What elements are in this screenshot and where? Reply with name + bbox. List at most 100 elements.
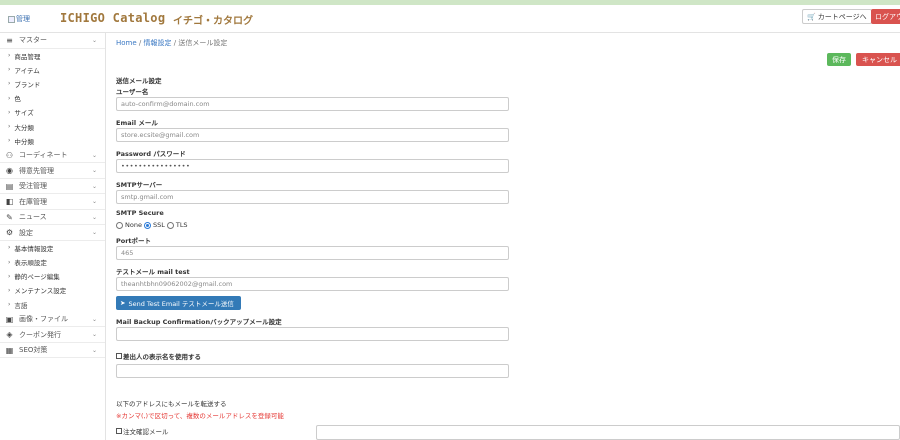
chevron-right-icon: › <box>8 108 11 116</box>
cancel-button[interactable]: キャンセル <box>856 53 900 66</box>
forward-mail-note: ※カンマ(,)で区切って、複数のメールアドレスを登録可能 <box>116 412 284 420</box>
smtp-secure-radio-group: None SSL TLS <box>116 221 188 229</box>
sidebar-item-label: 得意先管理 <box>19 166 54 175</box>
sidebar-subitem-label: 静的ページ編集 <box>14 273 60 282</box>
sidebar-subitem-label: 言語 <box>14 301 28 310</box>
test-mail-input[interactable]: theanhtbhn09062002@gmail.com <box>116 277 509 291</box>
sidebar-item-label: 在庫管理 <box>19 197 47 206</box>
cart-page-button[interactable]: 🛒 カートページへ <box>802 9 872 24</box>
document-icon: ▤ <box>5 181 14 191</box>
sidebar-subitem-brands[interactable]: › ブランド <box>0 77 105 91</box>
chevron-down-icon: ⌄ <box>91 167 97 175</box>
breadcrumb-info-link[interactable]: 情報設定 <box>144 39 172 47</box>
brand-subtitle: イチゴ・カタログ <box>173 16 253 27</box>
paper-plane-icon: ➤ <box>120 299 126 307</box>
logout-button[interactable]: ログアウト <box>871 9 900 24</box>
main-content: Home / 情報設定 / 送信メール設定 保存 キャンセル 送信メール設定 ユ… <box>106 33 900 440</box>
port-label: Portポート <box>116 237 152 245</box>
gear-icon: ⚙ <box>5 228 14 238</box>
save-button[interactable]: 保存 <box>827 53 851 66</box>
secure-ssl-radio[interactable] <box>143 221 151 229</box>
app-header: 管理 ICHIGO Catalog イチゴ・カタログ 🛒 カートページへ ログア… <box>0 5 900 33</box>
logo-alt-text: 管理 <box>16 15 30 23</box>
sidebar-item-seo[interactable]: ▦ SEO対策 ⌄ <box>0 342 105 359</box>
chevron-right-icon: › <box>8 272 11 280</box>
send-test-email-button[interactable]: ➤ Send Test Email テストメール送信 <box>116 296 241 310</box>
sidebar-subitem-major-category[interactable]: › 大分類 <box>0 119 105 133</box>
chevron-down-icon: ⌄ <box>91 182 97 190</box>
smtp-server-input[interactable]: smtp.gmail.com <box>116 190 509 204</box>
sidebar-item-label: 設定 <box>19 228 33 237</box>
chevron-down-icon: ⌄ <box>91 229 97 237</box>
username-label: ユーザー名 <box>116 88 149 96</box>
sidebar-subitem-basic-info[interactable]: › 基本情報設定 <box>0 241 105 255</box>
chevron-right-icon: › <box>8 301 11 309</box>
chevron-down-icon: ⌄ <box>91 315 97 323</box>
sidebar-subitem-display-order[interactable]: › 表示順設定 <box>0 255 105 269</box>
order-confirm-checkbox[interactable] <box>116 428 122 434</box>
sidebar-item-label: SEO対策 <box>19 346 48 354</box>
secure-none-radio[interactable] <box>116 221 123 229</box>
sidebar-subitem-colors[interactable]: › 色 <box>0 91 105 105</box>
chevron-right-icon: › <box>8 258 11 266</box>
chevron-down-icon: ⌄ <box>91 37 97 44</box>
email-label: Email メール <box>116 119 158 127</box>
secure-none-label: None <box>125 221 142 229</box>
sidebar-subitem-static-pages[interactable]: › 静的ページ編集 <box>0 269 105 283</box>
chevron-right-icon: › <box>8 52 11 60</box>
chevron-down-icon: ⌄ <box>91 331 97 339</box>
sidebar-subitem-items[interactable]: › アイテム <box>0 63 105 77</box>
sidebar-item-news[interactable]: ✎ ニュース ⌄ <box>0 209 105 226</box>
sidebar-item-images[interactable]: ▣ 画像・ファイル ⌄ <box>0 311 105 328</box>
sidebar-subitem-mid-category[interactable]: › 中分類 <box>0 134 105 148</box>
breadcrumb-separator: / <box>173 39 177 47</box>
sidebar-subitem-label: アイテム <box>14 66 40 75</box>
brand-title: ICHIGO Catalog <box>60 11 166 25</box>
sidebar-subitem-maintenance[interactable]: › メンテナンス設定 <box>0 283 105 297</box>
breadcrumb-home-link[interactable]: Home <box>116 39 137 47</box>
chevron-right-icon: › <box>8 66 11 74</box>
sender-name-checkbox-row[interactable]: 差出人の表示名を使用する <box>116 351 201 361</box>
sidebar-subitem-products[interactable]: › 商品管理 <box>0 49 105 63</box>
chevron-right-icon: › <box>8 123 11 131</box>
cart-icon: 🛒 <box>807 12 816 21</box>
chevron-right-icon: › <box>8 94 11 102</box>
seo-icon: ▦ <box>5 345 14 355</box>
order-confirm-checkbox-row[interactable]: 注文確認メール <box>116 426 169 436</box>
sidebar-subitem-label: サイズ <box>14 109 34 118</box>
email-input[interactable]: store.ecsite@gmail.com <box>116 128 509 142</box>
sidebar-item-label: 受注管理 <box>19 182 47 191</box>
logout-label: ログアウト <box>875 12 900 21</box>
sidebar-subitem-language[interactable]: › 言語 <box>0 298 105 312</box>
sidebar-item-label: クーポン発行 <box>19 330 61 339</box>
secure-tls-radio[interactable] <box>166 221 174 229</box>
sender-name-checkbox[interactable] <box>116 353 122 359</box>
logo[interactable]: 管理 <box>8 14 30 24</box>
password-input[interactable]: •••••••••••••••• <box>116 159 509 173</box>
sidebar-subitem-label: 色 <box>14 95 21 104</box>
sidebar-item-label: マスター <box>19 36 47 45</box>
sidebar-item-orders[interactable]: ▤ 受注管理 ⌄ <box>0 178 105 195</box>
sender-name-input[interactable] <box>116 364 509 378</box>
sidebar-item-customers[interactable]: ◉ 得意先管理 ⌄ <box>0 163 105 179</box>
wrench-icon: ✎ <box>6 212 13 222</box>
order-confirm-input[interactable] <box>316 425 900 440</box>
backup-mail-input[interactable] <box>116 327 509 341</box>
users-icon: ⚇ <box>5 150 14 160</box>
backup-mail-label: Mail Backup Confirmationバックアップメール設定 <box>116 318 282 326</box>
secure-tls-label: TLS <box>175 221 188 229</box>
sidebar-item-coordinate[interactable]: ⚇ コーディネート ⌄ <box>0 147 105 164</box>
username-input[interactable]: auto-confirm@domain.com <box>116 97 509 111</box>
sidebar-subitem-label: ブランド <box>14 80 41 89</box>
sidebar-item-master[interactable]: ≡ マスター ⌄ <box>0 33 105 49</box>
sidebar-item-settings[interactable]: ⚙ 設定 ⌄ <box>0 225 105 241</box>
sender-name-label: 差出人の表示名を使用する <box>123 353 201 361</box>
port-input[interactable]: 465 <box>116 246 509 260</box>
order-confirm-label: 注文確認メール <box>123 428 169 436</box>
database-icon: ≡ <box>6 35 13 45</box>
sidebar-subitem-sizes[interactable]: › サイズ <box>0 105 105 119</box>
secure-ssl-label: SSL <box>152 221 165 229</box>
sidebar-item-stock[interactable]: ◧ 在庫管理 ⌄ <box>0 194 105 210</box>
user-circle-icon: ◉ <box>6 166 13 176</box>
sidebar-item-coupon[interactable]: ◈ クーポン発行 ⌄ <box>0 327 105 343</box>
